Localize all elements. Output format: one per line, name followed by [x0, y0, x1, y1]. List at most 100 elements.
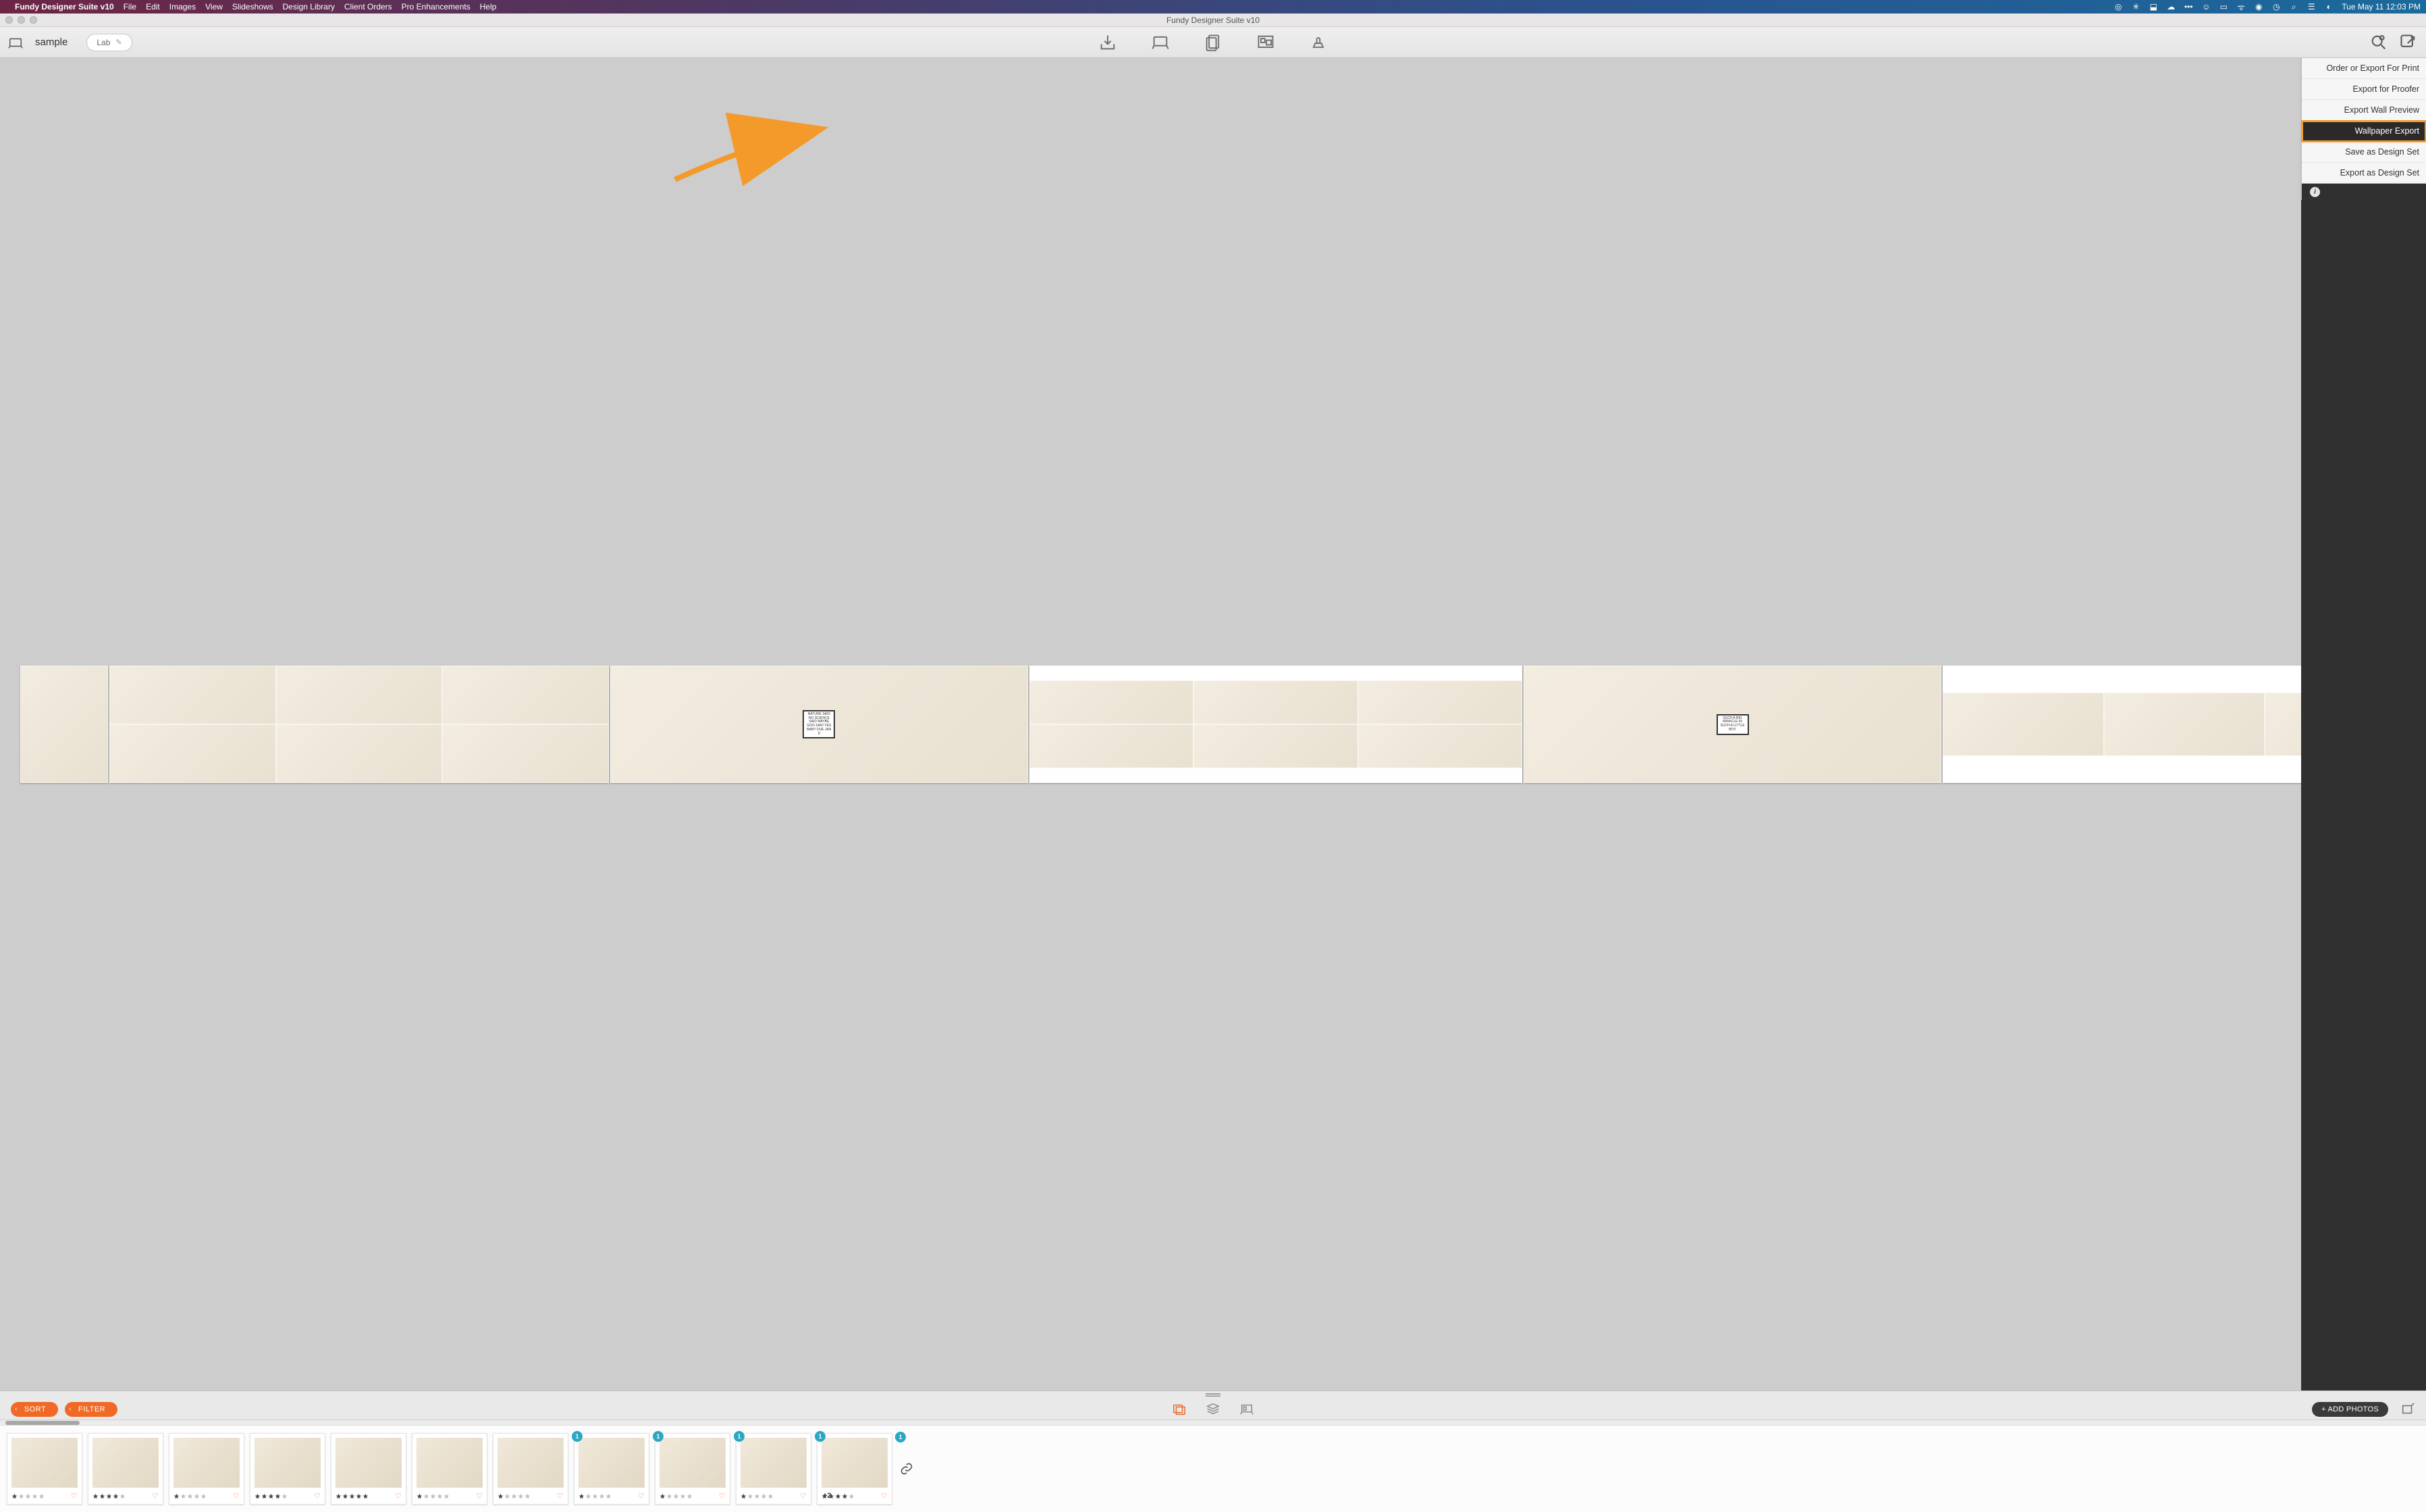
menubar-datetime[interactable]: Tue May 11 12:03 PM	[2342, 2, 2421, 11]
heart-icon[interactable]: ♡	[395, 1492, 402, 1501]
menu-design-library[interactable]: Design Library	[283, 2, 335, 11]
heart-icon[interactable]: ♡	[557, 1492, 564, 1501]
export-menu-item-proofer[interactable]: Export for Proofer	[2302, 79, 2426, 100]
thumbnail-card[interactable]: ♡	[412, 1433, 487, 1505]
menubar-app-name[interactable]: Fundy Designer Suite v10	[15, 2, 114, 11]
heart-icon[interactable]: ♡	[476, 1492, 483, 1501]
thumbnail-card[interactable]: ♡	[331, 1433, 406, 1505]
thumbnail-strip[interactable]: ♡♡♡♡♡♡♡1♡1♡1♡1+2♡1	[0, 1426, 2426, 1512]
heart-icon[interactable]: ♡	[152, 1492, 159, 1501]
menu-file[interactable]: File	[124, 2, 136, 11]
info-icon[interactable]: i	[2310, 187, 2320, 197]
thumbnail-card[interactable]: 1♡	[574, 1433, 649, 1505]
export-menu-item-wall-preview[interactable]: Export Wall Preview	[2302, 100, 2426, 121]
view-mode-spreads-icon[interactable]	[1239, 1402, 1254, 1417]
project-icon[interactable]	[8, 35, 23, 50]
thumbnail-card[interactable]: ♡	[7, 1433, 82, 1505]
thumbnail-card[interactable]: ♡	[493, 1433, 568, 1505]
battery-icon[interactable]: ▭	[2219, 2, 2228, 11]
import-tool-icon[interactable]	[1098, 33, 1117, 52]
rating-stars[interactable]	[416, 1493, 450, 1499]
heart-icon[interactable]: ♡	[881, 1492, 888, 1501]
canvas-area[interactable]: NATURE SAID NO SCIENCE SAID MAYBE GOD SA…	[0, 58, 2426, 1390]
project-name[interactable]: sample	[35, 36, 68, 48]
rating-stars[interactable]	[335, 1493, 369, 1499]
menu-help[interactable]: Help	[480, 2, 497, 11]
rating-stars[interactable]	[659, 1493, 693, 1499]
rating-stars[interactable]	[92, 1493, 126, 1499]
heart-icon[interactable]: ♡	[800, 1492, 807, 1501]
export-menu-item-order-print[interactable]: Order or Export For Print	[2302, 58, 2426, 79]
thumbnail-scrollbar[interactable]	[0, 1420, 2426, 1426]
thumbnail-card[interactable]: ♡	[169, 1433, 244, 1505]
menu-pro-enhancements[interactable]: Pro Enhancements	[402, 2, 470, 11]
export-menu-item-save-design-set[interactable]: Save as Design Set	[2302, 142, 2426, 163]
filter-label: FILTER	[78, 1405, 105, 1413]
rating-stars[interactable]	[11, 1493, 45, 1499]
user-icon[interactable]: ☺︎	[2201, 2, 2211, 11]
siri-icon[interactable]: ◐	[2324, 2, 2334, 11]
rating-stars[interactable]	[740, 1493, 774, 1499]
scrollbar-thumb[interactable]	[5, 1421, 80, 1425]
menu-view[interactable]: View	[205, 2, 223, 11]
album-spread[interactable]	[1029, 666, 1522, 783]
thumbnail-card[interactable]: ♡	[250, 1433, 325, 1505]
export-menu-item-export-design-set[interactable]: Export as Design Set	[2302, 163, 2426, 184]
spotlight-icon[interactable]: ⌕	[2289, 2, 2298, 11]
thumbnail-card[interactable]: 1+2♡	[817, 1433, 892, 1505]
view-mode-photos-icon[interactable]	[1172, 1402, 1187, 1417]
view-mode-layers-icon[interactable]	[1206, 1402, 1220, 1417]
crop-icon[interactable]	[2400, 1402, 2415, 1417]
window-minimize-button[interactable]	[18, 16, 25, 24]
thumbnail-card[interactable]: ♡	[88, 1433, 163, 1505]
asterisk-icon[interactable]: ✳	[2131, 2, 2140, 11]
rating-stars[interactable]	[254, 1493, 288, 1499]
album-cover-spread[interactable]	[20, 666, 108, 783]
rating-stars[interactable]	[173, 1493, 207, 1499]
heart-icon[interactable]: ♡	[71, 1492, 78, 1501]
window-title: Fundy Designer Suite v10	[1166, 16, 1260, 25]
cloud-icon[interactable]: ☁︎	[2166, 2, 2176, 11]
stamp-tool-icon[interactable]	[1309, 33, 1328, 52]
menu-images[interactable]: Images	[169, 2, 196, 11]
spread-row[interactable]: NATURE SAID NO SCIENCE SAID MAYBE GOD SA…	[20, 666, 2426, 783]
zoom-tool-icon[interactable]	[2369, 33, 2388, 52]
lab-selector[interactable]: Lab ✎	[86, 34, 132, 51]
filter-button[interactable]: ‹ FILTER	[65, 1402, 117, 1417]
spread-image	[1029, 680, 1193, 724]
rating-stars[interactable]	[497, 1493, 531, 1499]
heart-icon[interactable]: ♡	[314, 1492, 321, 1501]
control-center-icon[interactable]: ☰	[2307, 2, 2316, 11]
wifi-icon[interactable]: ᯤ	[2236, 2, 2246, 11]
pages-tool-icon[interactable]	[1204, 33, 1222, 52]
usage-badge: 1	[895, 1432, 906, 1442]
account-icon[interactable]: ◉	[2254, 2, 2263, 11]
album-spread[interactable]	[109, 666, 609, 783]
menu-slideshows[interactable]: Slideshows	[232, 2, 273, 11]
window-close-button[interactable]	[5, 16, 13, 24]
panel-drag-handle[interactable]	[0, 1390, 2426, 1399]
dropbox-icon[interactable]: ⬓	[2149, 2, 2158, 11]
spread-image: SUCH A BIG MIRACLE IN SUCH A LITTLE BOY	[1524, 666, 1942, 783]
thumbnail-card[interactable]: 1♡	[736, 1433, 811, 1505]
heart-icon[interactable]: ♡	[233, 1492, 240, 1501]
album-tool-icon[interactable]	[1151, 33, 1170, 52]
rating-stars[interactable]	[578, 1493, 612, 1499]
sort-button[interactable]: ‹ SORT	[11, 1402, 58, 1417]
export-tool-icon[interactable]	[2399, 33, 2418, 52]
clock-icon[interactable]: ◷	[2271, 2, 2281, 11]
album-spread[interactable]: SUCH A BIG MIRACLE IN SUCH A LITTLE BOY	[1524, 666, 1942, 783]
dots-icon[interactable]: •••	[2184, 2, 2193, 11]
cc-icon[interactable]: ◎	[2113, 2, 2123, 11]
thumbnail-card[interactable]: 1♡	[655, 1433, 730, 1505]
add-photos-button[interactable]: + ADD PHOTOS	[2312, 1402, 2388, 1417]
album-spread[interactable]: NATURE SAID NO SCIENCE SAID MAYBE GOD SA…	[610, 666, 1029, 783]
export-menu-item-wallpaper-export[interactable]: Wallpaper Export	[2302, 121, 2426, 142]
menu-client-orders[interactable]: Client Orders	[344, 2, 392, 11]
heart-icon[interactable]: ♡	[719, 1492, 726, 1501]
heart-icon[interactable]: ♡	[638, 1492, 645, 1501]
window-zoom-button[interactable]	[30, 16, 37, 24]
link-icon[interactable]: 1	[898, 1433, 915, 1505]
menu-edit[interactable]: Edit	[146, 2, 160, 11]
wall-tool-icon[interactable]	[1256, 33, 1275, 52]
